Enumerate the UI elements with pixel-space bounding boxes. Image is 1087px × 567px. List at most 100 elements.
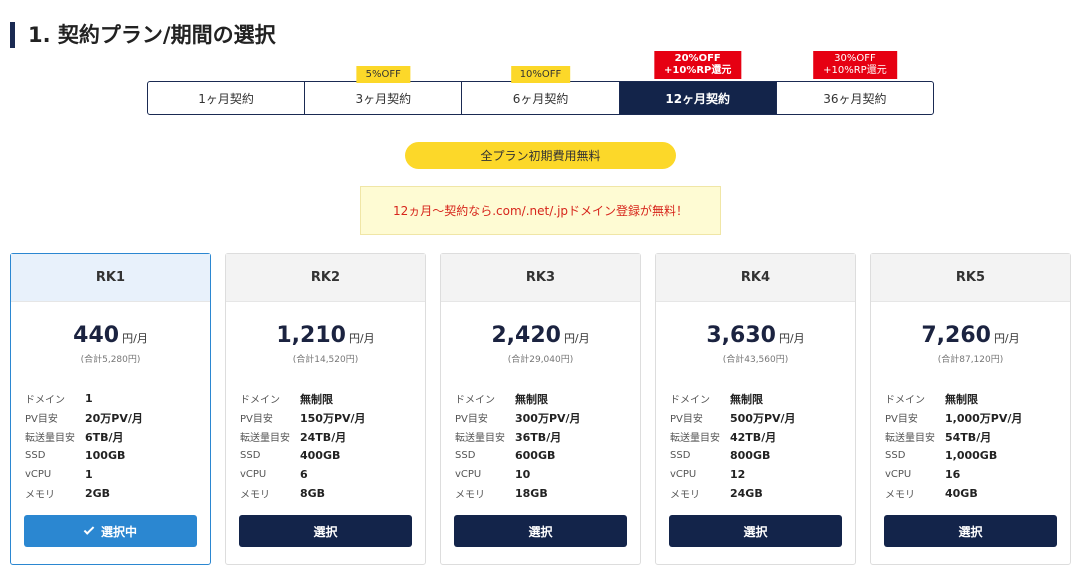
select-button[interactable]: 選択 <box>884 515 1057 547</box>
badge-line-2: +10%RP還元 <box>823 65 887 76</box>
select-button[interactable]: 選択 <box>454 515 627 547</box>
tab-3-months[interactable]: 5%OFF 3ヶ月契約 <box>305 66 463 114</box>
price-value: 2,420 <box>491 323 561 348</box>
spec-value: 54TB/月 <box>945 430 992 444</box>
plan-card-rk2[interactable]: RK2 1,210 円/月 (合計14,520円) ドメイン 無制限 PV目安 150… <box>225 253 426 565</box>
price-total: (合計29,040円) <box>507 355 574 365</box>
price-value: 3,630 <box>706 323 776 348</box>
spec-row-memory: メモリ 40GB <box>885 484 1070 503</box>
spec-value: 12 <box>730 468 746 481</box>
spec-label: vCPU <box>455 469 482 480</box>
select-button[interactable]: 選択 <box>669 515 842 547</box>
spec-label: SSD <box>455 450 476 461</box>
spec-label: メモリ <box>455 490 485 501</box>
plan-name: RK4 <box>656 254 855 302</box>
spec-list: ドメイン 1 PV目安 20万PV/月 転送量目安 6TB/月 SSD 100GB vC… <box>25 389 210 503</box>
spec-label: SSD <box>240 450 261 461</box>
plan-card-rk4[interactable]: RK4 3,630 円/月 (合計43,560円) ドメイン 無制限 PV目安 500… <box>655 253 856 565</box>
spec-label: vCPU <box>885 469 912 480</box>
spec-value: 10 <box>515 468 531 481</box>
spec-label: メモリ <box>885 490 915 501</box>
spec-value: 40GB <box>945 487 978 500</box>
spec-label: メモリ <box>240 490 270 501</box>
plan-name: RK2 <box>226 254 425 302</box>
plan-name: RK3 <box>441 254 640 302</box>
check-icon <box>83 523 95 535</box>
spec-label: PV目安 <box>885 414 918 425</box>
spec-row-pv: PV目安 1,000万PV/月 <box>885 408 1070 427</box>
spec-row-pv: PV目安 500万PV/月 <box>670 408 855 427</box>
tab-6-months[interactable]: 10%OFF 6ヶ月契約 <box>462 66 620 114</box>
spec-row-domain: ドメイン 無制限 <box>455 389 640 408</box>
tab-36-months[interactable]: 30%OFF +10%RP還元 36ヶ月契約 <box>777 51 933 114</box>
badge-line-1: 30%OFF <box>834 53 876 64</box>
price-total: (合計14,520円) <box>292 355 359 365</box>
spec-label: ドメイン <box>25 395 65 406</box>
spec-row-vcpu: vCPU 10 <box>455 465 640 484</box>
spec-value: 600GB <box>515 449 556 462</box>
spec-value: 無制限 <box>730 392 763 406</box>
spec-row-ssd: SSD 400GB <box>240 446 425 465</box>
spec-label: SSD <box>885 450 906 461</box>
spec-row-domain: ドメイン 無制限 <box>885 389 1070 408</box>
free-setup-pill: 全プラン初期費用無料 <box>405 142 676 169</box>
spec-row-ssd: SSD 800GB <box>670 446 855 465</box>
spec-value: 800GB <box>730 449 771 462</box>
spec-label: PV目安 <box>455 414 488 425</box>
section-title: 1. 契約プラン/期間の選択 <box>10 22 276 48</box>
tab-1-month[interactable]: 1ヶ月契約 <box>148 82 306 114</box>
spec-label: メモリ <box>25 490 55 501</box>
plan-card-rk5[interactable]: RK5 7,260 円/月 (合計87,120円) ドメイン 無制限 PV目安 1,0… <box>870 253 1071 565</box>
spec-label: SSD <box>25 450 46 461</box>
selected-button[interactable]: 選択中 <box>24 515 197 547</box>
price-unit: 円/月 <box>348 332 375 345</box>
spec-value: 36TB/月 <box>515 430 562 444</box>
spec-label: ドメイン <box>455 395 495 406</box>
spec-row-domain: ドメイン 無制限 <box>670 389 855 408</box>
spec-label: ドメイン <box>670 395 710 406</box>
button-label: 選択中 <box>100 524 137 539</box>
spec-value: 16 <box>945 468 961 481</box>
spec-row-transfer: 転送量目安 54TB/月 <box>885 427 1070 446</box>
price-unit: 円/月 <box>778 332 805 345</box>
plan-card-rk3[interactable]: RK3 2,420 円/月 (合計29,040円) ドメイン 無制限 PV目安 300… <box>440 253 641 565</box>
spec-label: PV目安 <box>25 414 58 425</box>
price: 1,210 円/月 <box>226 323 425 351</box>
discount-badge: 5%OFF <box>356 66 410 83</box>
tab-12-months[interactable]: 20%OFF +10%RP還元 12ヶ月契約 <box>619 51 777 114</box>
plan-card-rk1[interactable]: RK1 440 円/月 (合計5,280円) ドメイン 1 PV目安 20万PV/月 … <box>10 253 211 565</box>
spec-value: 1 <box>85 468 93 481</box>
spec-row-domain: ドメイン 無制限 <box>240 389 425 408</box>
plan-name: RK1 <box>11 254 210 302</box>
spec-list: ドメイン 無制限 PV目安 300万PV/月 転送量目安 36TB/月 SSD 600G… <box>455 389 640 503</box>
spec-label: 転送量目安 <box>670 433 720 444</box>
spec-value: 150万PV/月 <box>300 411 366 425</box>
discount-badge: 30%OFF +10%RP還元 <box>813 51 897 79</box>
spec-row-vcpu: vCPU 1 <box>25 465 210 484</box>
spec-label: ドメイン <box>885 395 925 406</box>
spec-row-memory: メモリ 2GB <box>25 484 210 503</box>
spec-row-memory: メモリ 8GB <box>240 484 425 503</box>
spec-list: ドメイン 無制限 PV目安 500万PV/月 転送量目安 42TB/月 SSD 800G… <box>670 389 855 503</box>
select-button[interactable]: 選択 <box>239 515 412 547</box>
spec-row-memory: メモリ 24GB <box>670 484 855 503</box>
spec-value: 400GB <box>300 449 341 462</box>
spec-value: 6 <box>300 468 308 481</box>
spec-value: 42TB/月 <box>730 430 777 444</box>
price-unit: 円/月 <box>993 332 1020 345</box>
spec-value: 1,000GB <box>945 449 998 462</box>
spec-label: PV目安 <box>240 414 273 425</box>
spec-row-pv: PV目安 150万PV/月 <box>240 408 425 427</box>
spec-label: SSD <box>670 450 691 461</box>
plan-name: RK5 <box>871 254 1070 302</box>
tab-label: 3ヶ月契約 <box>355 91 412 106</box>
price-total: (合計43,560円) <box>722 355 789 365</box>
badge-line-1: 20%OFF <box>674 53 721 64</box>
spec-row-transfer: 転送量目安 36TB/月 <box>455 427 640 446</box>
spec-row-ssd: SSD 100GB <box>25 446 210 465</box>
spec-value: 無制限 <box>515 392 548 406</box>
tab-label: 36ヶ月契約 <box>823 91 887 106</box>
spec-label: メモリ <box>670 490 700 501</box>
spec-label: 転送量目安 <box>455 433 505 444</box>
badge-line-2: +10%RP還元 <box>664 65 732 76</box>
